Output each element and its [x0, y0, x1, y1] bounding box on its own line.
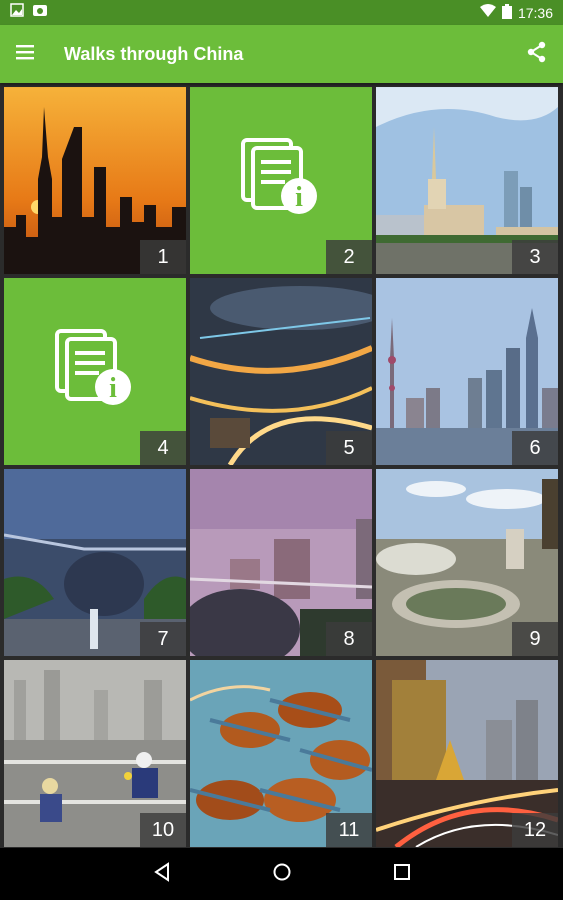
- navigation-bar: [0, 848, 563, 900]
- share-icon[interactable]: [527, 41, 547, 68]
- tile-3[interactable]: 3: [376, 87, 558, 274]
- tile-number: 7: [140, 622, 186, 656]
- document-info-icon: i: [55, 329, 135, 414]
- tile-number: 12: [512, 813, 558, 847]
- hamburger-menu-icon[interactable]: [16, 44, 36, 65]
- tile-8[interactable]: 8: [190, 469, 372, 656]
- tile-number: 9: [512, 622, 558, 656]
- tile-number: 4: [140, 431, 186, 465]
- svg-text:i: i: [295, 182, 303, 213]
- tile-4[interactable]: i 4: [4, 278, 186, 465]
- svg-text:i: i: [109, 373, 117, 404]
- home-icon[interactable]: [272, 862, 292, 887]
- tile-12[interactable]: 12: [376, 660, 558, 847]
- wifi-icon: [479, 4, 496, 21]
- photo-icon: [32, 3, 48, 22]
- tile-2[interactable]: i 2: [190, 87, 372, 274]
- tile-number: 10: [140, 813, 186, 847]
- tile-number: 1: [140, 240, 186, 274]
- app-bar: Walks through China: [0, 25, 563, 83]
- tile-number: 5: [326, 431, 372, 465]
- photo-grid: 1 i 2 3 i 4 5 6 7 8 9 10 11 12: [4, 87, 559, 847]
- recents-icon[interactable]: [392, 862, 412, 887]
- tile-10[interactable]: 10: [4, 660, 186, 847]
- tile-11[interactable]: 11: [190, 660, 372, 847]
- tile-number: 11: [326, 813, 372, 847]
- battery-icon: [501, 3, 512, 22]
- tile-7[interactable]: 7: [4, 469, 186, 656]
- status-bar: 17:36: [0, 0, 563, 25]
- image-icon: [10, 3, 24, 22]
- tile-number: 6: [512, 431, 558, 465]
- tile-1[interactable]: 1: [4, 87, 186, 274]
- tile-number: 8: [326, 622, 372, 656]
- back-icon[interactable]: [152, 861, 172, 887]
- clock: 17:36: [517, 4, 553, 21]
- tile-number: 2: [326, 240, 372, 274]
- app-title: Walks through China: [64, 43, 244, 64]
- tile-number: 3: [512, 240, 558, 274]
- tile-6[interactable]: 6: [376, 278, 558, 465]
- tile-5[interactable]: 5: [190, 278, 372, 465]
- tile-9[interactable]: 9: [376, 469, 558, 656]
- document-info-icon: i: [241, 138, 321, 223]
